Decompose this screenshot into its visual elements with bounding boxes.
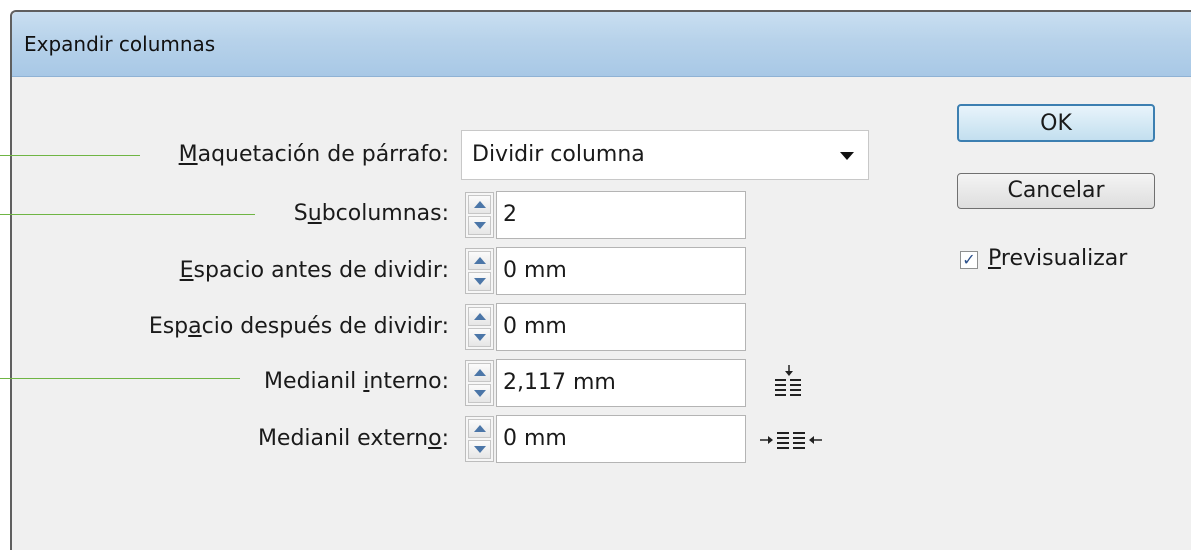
preview-checkbox[interactable]: ✓ (960, 251, 978, 269)
window-title: Expandir columnas (24, 32, 216, 56)
paragraph-layout-label: Maquetación de párrafo: (178, 142, 449, 167)
spin-up-icon[interactable] (468, 419, 491, 438)
chevron-down-icon (840, 152, 854, 160)
outer-gutter-label: Medianil externo: (257, 426, 449, 451)
outer-gutter-field[interactable]: 0 mm (496, 415, 746, 463)
spin-down-icon[interactable] (468, 384, 491, 403)
ok-button[interactable]: OK (957, 104, 1155, 142)
spin-up-icon[interactable] (468, 307, 491, 326)
callout-line-paragraph-layout (0, 155, 140, 156)
subcolumns-field[interactable]: 2 (496, 191, 746, 239)
space-after-label: Espacio después de dividir: (148, 314, 449, 339)
space-after-field[interactable]: 0 mm (496, 303, 746, 351)
preview-label[interactable]: Previsualizar (988, 246, 1127, 271)
space-before-field[interactable]: 0 mm (496, 247, 746, 295)
paragraph-layout-value: Dividir columna (472, 142, 645, 167)
inner-gutter-field[interactable]: 2,117 mm (496, 359, 746, 407)
outer-gutter-stepper[interactable] (465, 416, 494, 462)
spin-down-icon[interactable] (468, 440, 491, 459)
callout-line-inner-gutter (0, 378, 240, 379)
spin-up-icon[interactable] (468, 195, 491, 214)
space-after-stepper[interactable] (465, 304, 494, 350)
callout-line-subcolumns (0, 214, 255, 215)
inner-gutter-label: Medianil interno: (264, 369, 449, 394)
spin-down-icon[interactable] (468, 328, 491, 347)
spin-down-icon[interactable] (468, 216, 491, 235)
spin-down-icon[interactable] (468, 272, 491, 291)
inner-gutter-icon (775, 365, 801, 396)
space-before-stepper[interactable] (465, 248, 494, 294)
cancel-button[interactable]: Cancelar (957, 173, 1155, 209)
subcolumns-label: Subcolumnas: (293, 201, 449, 226)
inner-gutter-stepper[interactable] (465, 360, 494, 406)
spin-up-icon[interactable] (468, 363, 491, 382)
title-bar[interactable]: Expandir columnas (12, 12, 1191, 77)
spin-up-icon[interactable] (468, 251, 491, 270)
subcolumns-stepper[interactable] (465, 192, 494, 238)
paragraph-layout-select[interactable]: Dividir columna (461, 130, 869, 180)
outer-gutter-icon (760, 432, 822, 449)
space-before-label: Espacio antes de dividir: (179, 258, 449, 283)
